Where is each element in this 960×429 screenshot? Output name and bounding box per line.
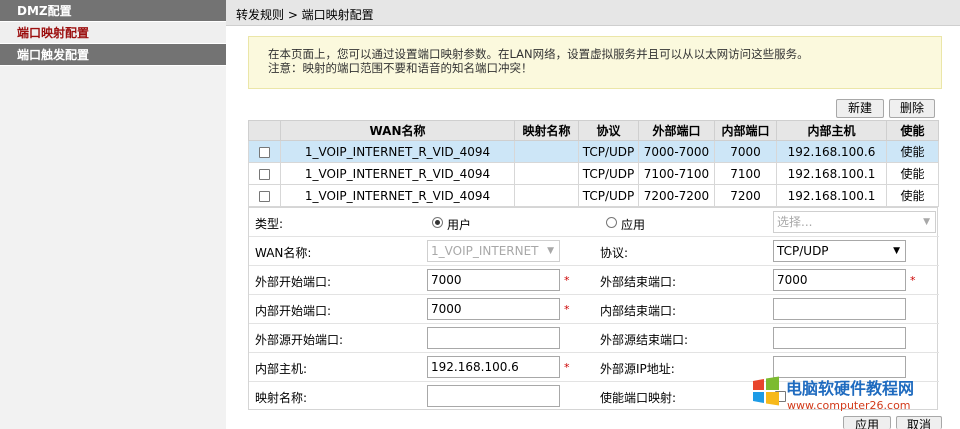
host-input[interactable]: 192.168.100.6 [427,356,560,378]
sidebar-item-port-trigger[interactable]: 端口触发配置 [0,44,226,66]
required-mark: * [910,274,916,287]
protocol-label: 协议: [600,246,629,260]
col-protocol: 协议 [578,120,639,141]
map-name-input[interactable] [427,385,560,407]
table-cell [514,140,579,163]
col-enable: 使能 [886,120,939,141]
table-cell [514,184,579,207]
row-checkbox[interactable] [259,146,270,158]
chevron-down-icon: ▼ [923,217,930,227]
table-cell: TCP/UDP [578,184,639,207]
type-label: 类型: [255,217,284,231]
ext-start-label: 外部开始端口: [255,275,332,289]
int-start-input[interactable]: 7000 [427,298,560,320]
wan-label: WAN名称: [255,246,312,260]
row-select [248,162,281,185]
int-end-label: 内部结束端口: [600,304,677,318]
type-user-radio[interactable] [432,217,443,228]
table-cell: 使能 [886,184,939,207]
table-cell: 1_VOIP_INTERNET_R_VID_4094 [280,184,515,207]
apply-button[interactable]: 应用 [843,416,891,429]
table-cell: 7200 [714,184,777,207]
table-cell: 192.168.100.6 [776,140,887,163]
protocol-select[interactable]: TCP/UDP ▼ [773,240,906,262]
wan-select-value: 1_VOIP_INTERNET [431,244,539,258]
table-row[interactable]: 1_VOIP_INTERNET_R_VID_4094 TCP/UDP 7200-… [248,184,939,207]
table-cell: 192.168.100.1 [776,184,887,207]
int-end-input[interactable] [773,298,906,320]
table-cell: 1_VOIP_INTERNET_R_VID_4094 [280,162,515,185]
col-int-port: 内部端口 [714,120,777,141]
row-select [248,140,281,163]
table-cell: 7100 [714,162,777,185]
form-row-ext-port: 外部开始端口: 7000 * 外部结束端口: 7000 * [249,266,939,295]
row-checkbox[interactable] [259,190,270,202]
ext-start-input[interactable]: 7000 [427,269,560,291]
table-header: WAN名称 映射名称 协议 外部端口 内部端口 内部主机 使能 [248,120,939,141]
form-row-wan: WAN名称: 1_VOIP_INTERNET ▼ 协议: TCP/UDP ▼ [249,237,939,266]
int-start-label: 内部开始端口: [255,304,332,318]
watermark-url: www.computer26.com [787,399,911,412]
table-cell: 使能 [886,162,939,185]
info-box: 在本页面上，您可以通过设置端口映射参数。在LAN网络，设置虚拟服务并且可以从以太… [248,36,942,89]
app-select[interactable]: 选择... ▼ [773,211,936,233]
col-int-host: 内部主机 [776,120,887,141]
ext-end-input[interactable]: 7000 [773,269,906,291]
ext-end-label: 外部结束端口: [600,275,677,289]
row-select [248,184,281,207]
chevron-down-icon: ▼ [547,246,554,256]
form-row-type: 类型: 用户 应用 选择... ▼ [249,208,939,237]
protocol-select-value: TCP/UDP [777,244,829,258]
table-cell: 7000 [714,140,777,163]
watermark-title: 电脑软硬件教程网 [786,379,915,398]
table-cell: 7200-7200 [638,184,715,207]
col-select [248,120,281,141]
required-mark: * [564,361,570,374]
delete-button[interactable]: 删除 [889,99,935,118]
type-app-radio[interactable] [606,217,617,228]
breadcrumb: 转发规则 > 端口映射配置 [236,8,374,22]
form-row-int-port: 内部开始端口: 7000 * 内部结束端口: [249,295,939,324]
breadcrumb-bar: 转发规则 > 端口映射配置 [226,0,960,26]
src-end-label: 外部源结束端口: [600,333,689,347]
src-start-input[interactable] [427,327,560,349]
info-line-2: 注意：映射的端口范围不要和语音的知名端口冲突！ [268,61,533,75]
table-row[interactable]: 1_VOIP_INTERNET_R_VID_4094 TCP/UDP 7000-… [248,140,939,163]
type-app-label: 应用 [621,218,646,232]
table-cell: 7100-7100 [638,162,715,185]
src-start-label: 外部源开始端口: [255,333,344,347]
table-cell: TCP/UDP [578,162,639,185]
map-name-label: 映射名称: [255,391,308,405]
table-cell: 192.168.100.1 [776,162,887,185]
col-wan-name: WAN名称 [280,120,515,141]
enable-label: 使能端口映射: [600,391,677,405]
required-mark: * [564,274,570,287]
row-checkbox[interactable] [259,168,270,180]
form-row-src-port: 外部源开始端口: 外部源结束端口: [249,324,939,353]
rules-table: WAN名称 映射名称 协议 外部端口 内部端口 内部主机 使能 1_VOIP_I… [248,120,939,207]
type-user-label: 用户 [447,218,472,232]
sidebar: DMZ配置 端口映射配置 端口触发配置 [0,0,226,429]
table-row[interactable]: 1_VOIP_INTERNET_R_VID_4094 TCP/UDP 7100-… [248,162,939,185]
table-cell: 7000-7000 [638,140,715,163]
src-end-input[interactable] [773,327,906,349]
app-select-value: 选择... [777,215,813,229]
sidebar-item-port-mapping[interactable]: 端口映射配置 [0,22,226,44]
info-line-1: 在本页面上，您可以通过设置端口映射参数。在LAN网络，设置虚拟服务并且可以从以太… [268,47,809,61]
new-button[interactable]: 新建 [836,99,884,118]
table-cell: TCP/UDP [578,140,639,163]
table-cell [514,162,579,185]
wan-select[interactable]: 1_VOIP_INTERNET ▼ [427,240,560,262]
sidebar-item-dmz[interactable]: DMZ配置 [0,0,226,22]
col-mapping-name: 映射名称 [514,120,579,141]
src-ip-label: 外部源IP地址: [600,362,675,376]
host-label: 内部主机: [255,362,308,376]
col-ext-port: 外部端口 [638,120,715,141]
cancel-button[interactable]: 取消 [896,416,942,429]
windows-logo-icon [753,376,779,406]
table-cell: 1_VOIP_INTERNET_R_VID_4094 [280,140,515,163]
table-cell: 使能 [886,140,939,163]
chevron-down-icon: ▼ [893,246,900,256]
required-mark: * [564,303,570,316]
